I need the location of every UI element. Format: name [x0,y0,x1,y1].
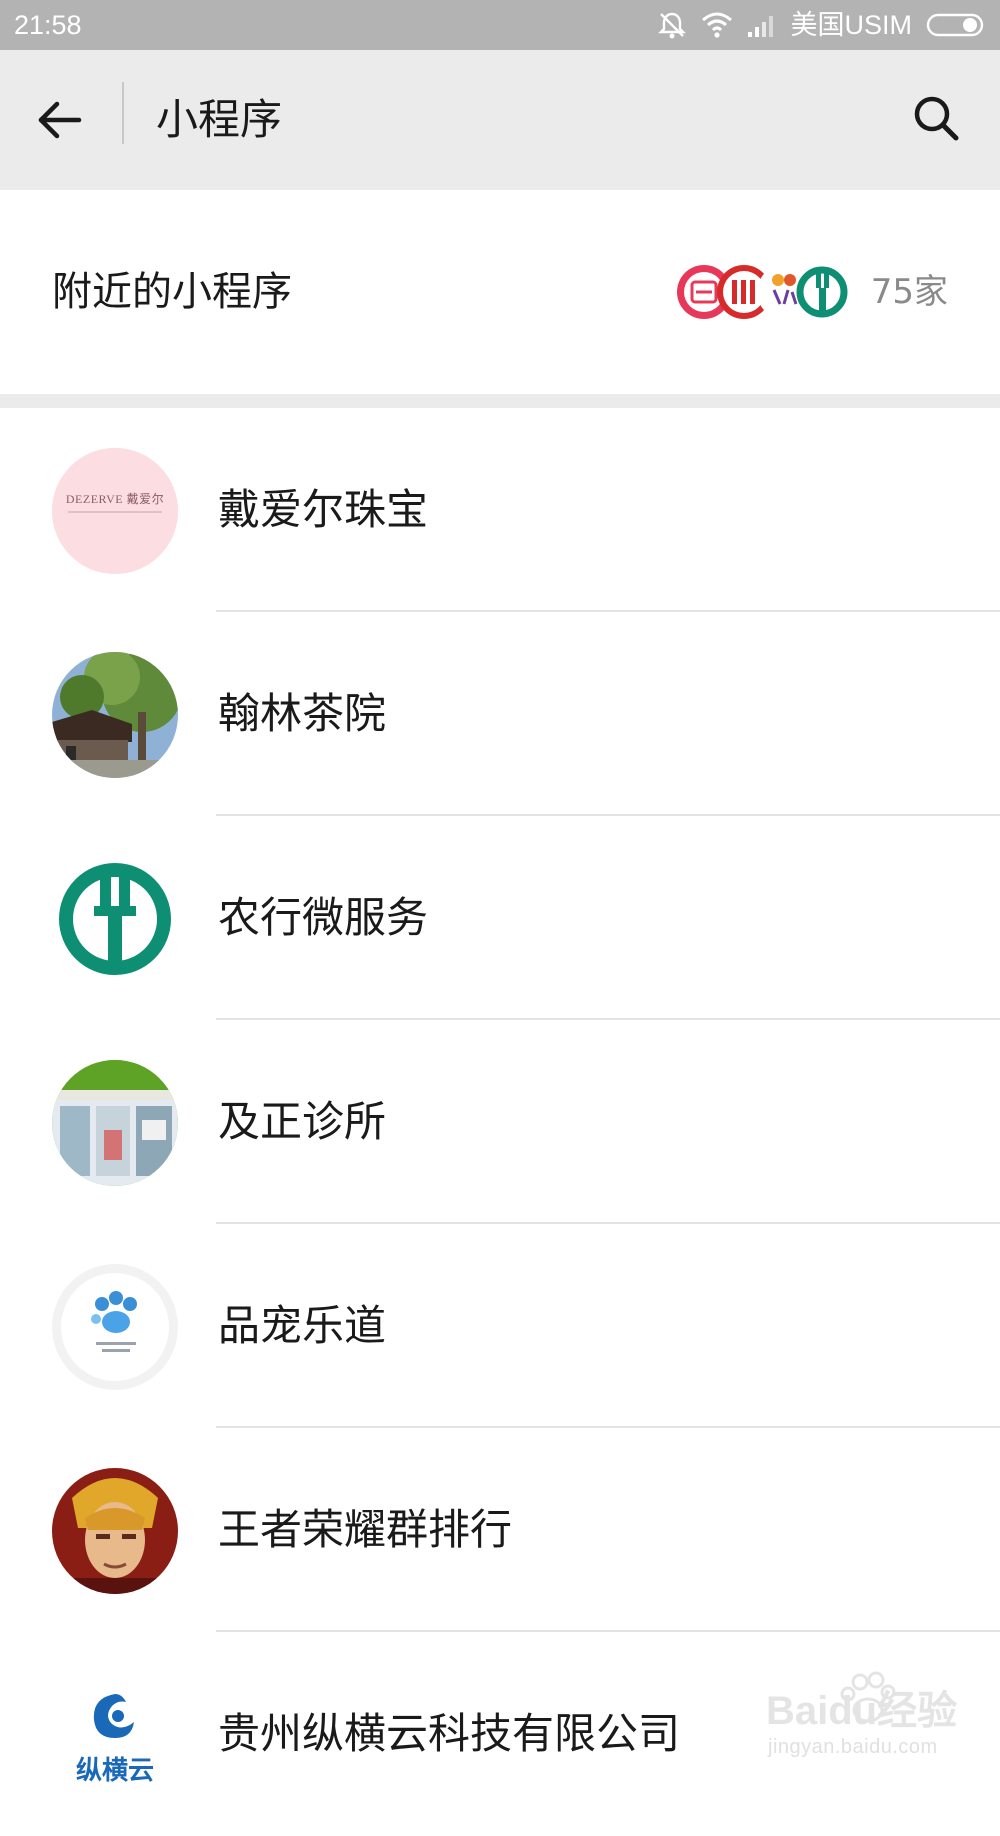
baidu-watermark: Baidu经验 jingyan.baidu.com [760,1668,960,1768]
header-bar: 小程序 [0,50,1000,190]
mini-program-list: DEZERVE 戴爱尔 戴爱尔珠宝 翰林茶院 农行微服务 及正诊所 品宠乐道 王… [0,408,1000,1836]
mute-icon [657,10,687,40]
app-name: 农行微服务 [218,893,429,942]
app-name: 品宠乐道 [218,1301,387,1350]
app-name: 贵州纵横云科技有限公司 [218,1709,681,1758]
wifi-icon [701,11,733,39]
clinic-photo [52,1060,178,1186]
app-name: 及正诊所 [218,1097,387,1146]
status-time: 21:58 [14,10,82,40]
paw-logo [52,1264,178,1390]
list-item-dezerve[interactable]: DEZERVE 戴爱尔 戴爱尔珠宝 [0,408,1000,612]
arrow-left-icon [38,101,82,139]
status-indicators: 美国USIM [657,8,987,42]
nearby-label: 附近的小程序 [52,269,292,315]
list-item-jizheng-clinic[interactable]: 及正诊所 [0,1020,1000,1224]
app-name: 翰林茶院 [218,689,387,738]
search-button[interactable] [904,86,968,150]
game-hero-avatar [52,1468,178,1594]
nearby-icons [676,262,852,322]
abc-bank-logo [52,856,178,982]
signal-icon [747,12,777,38]
app-name: 戴爱尔珠宝 [218,485,429,534]
teahouse-photo [52,652,178,778]
nearby-mini-programs-row[interactable]: 附近的小程序 75家 [0,190,1000,394]
watermark-url: jingyan.baidu.com [768,1736,938,1758]
zonghengyun-logo: 纵横云 [52,1672,178,1798]
back-button[interactable] [30,90,90,150]
abc-bank-logo-small [795,265,849,319]
title-divider [122,82,124,144]
jewelry-logo: DEZERVE 戴爱尔 [52,448,178,574]
status-bar: 21:58 美国USIM [0,0,1000,50]
app-name: 王者荣耀群排行 [218,1505,513,1554]
list-item-hanlin-teahouse[interactable]: 翰林茶院 [0,612,1000,816]
zonghengyun-logo-text: 纵横云 [75,1756,154,1786]
page-title: 小程序 [156,95,283,144]
list-item-pinchong-ledao[interactable]: 品宠乐道 [0,1224,1000,1428]
jewelry-logo-text: DEZERVE 戴爱尔 [65,492,165,506]
list-item-honor-of-kings-ranking[interactable]: 王者荣耀群排行 [0,1428,1000,1632]
watermark-brand: Baidu经验 [766,1689,958,1733]
search-icon [914,96,959,141]
carrier-name: 美国USIM [790,10,913,40]
section-divider [0,394,1000,408]
nearby-count: 75家 [870,272,948,312]
list-item-abc-bank[interactable]: 农行微服务 [0,816,1000,1020]
battery-icon [926,12,986,38]
